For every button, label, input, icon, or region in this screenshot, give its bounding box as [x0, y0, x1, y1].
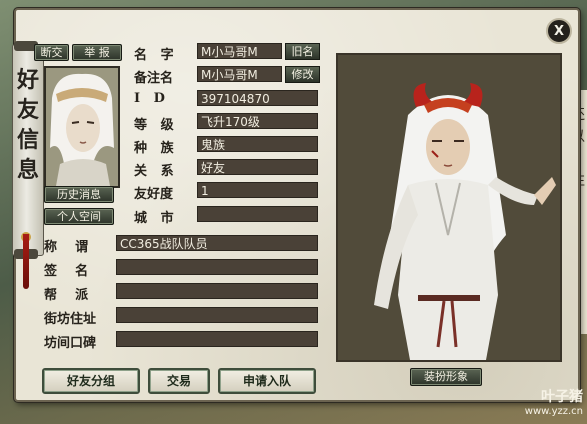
friendship-field: 1 — [197, 182, 318, 198]
dress-up-button[interactable]: 装扮形象 — [410, 368, 482, 386]
id-label: I D — [134, 91, 165, 106]
friend-info-window: 好 友 信 息 X 断交 举 报 历史消息 个人空间 名 字 M小马哥M 旧名 … — [12, 8, 580, 402]
remark-field: M小马哥M — [197, 66, 282, 82]
reputation-field — [116, 331, 318, 347]
address-label: 街坊住址 — [44, 312, 97, 327]
site-watermark: 叶子猪 www.yzz.cn — [524, 389, 583, 417]
title-char: 息 — [16, 157, 39, 183]
edit-remark-button[interactable]: 修改 — [285, 66, 320, 83]
apply-team-button[interactable]: 申请入队 — [218, 368, 316, 394]
friendship-label: 友好度 — [134, 187, 174, 202]
name-field: M小马哥M — [197, 43, 282, 59]
reputation-label: 坊间口碑 — [44, 336, 97, 351]
title-char: 信 — [16, 127, 39, 153]
relation-label: 关 系 — [134, 164, 174, 179]
id-field: 397104870 — [197, 90, 318, 106]
title-char: 友 — [16, 97, 39, 123]
window-title-banner: 好 友 信 息 — [12, 41, 44, 259]
city-field — [197, 206, 318, 222]
friend-group-button[interactable]: 好友分组 — [42, 368, 140, 394]
faction-label: 帮 派 — [44, 288, 89, 303]
race-label: 种 族 — [134, 141, 174, 156]
breakup-button[interactable]: 断交 — [34, 44, 69, 61]
signature-field — [116, 259, 318, 275]
history-messages-button[interactable]: 历史消息 — [44, 186, 114, 203]
race-field: 鬼族 — [197, 136, 318, 152]
address-field — [116, 307, 318, 323]
old-name-button[interactable]: 旧名 — [285, 43, 320, 60]
red-tassel — [23, 234, 29, 289]
signature-label: 签 名 — [44, 264, 89, 279]
faction-field — [116, 283, 318, 299]
relation-field: 好友 — [197, 159, 318, 175]
avatar — [44, 66, 120, 188]
remark-label: 备注名 — [134, 71, 174, 86]
character-portrait — [336, 53, 562, 362]
name-label: 名 字 — [134, 48, 174, 63]
title-field: CC365战队队员 — [116, 235, 318, 251]
trade-button[interactable]: 交易 — [148, 368, 210, 394]
city-label: 城 市 — [134, 211, 174, 226]
report-button[interactable]: 举 报 — [72, 44, 122, 61]
close-button[interactable]: X — [546, 18, 572, 44]
title-char: 好 — [16, 67, 39, 93]
level-label: 等 级 — [134, 118, 174, 133]
title-label: 称 谓 — [44, 240, 89, 255]
level-field: 飞升170级 — [197, 113, 318, 129]
personal-space-button[interactable]: 个人空间 — [44, 208, 114, 225]
